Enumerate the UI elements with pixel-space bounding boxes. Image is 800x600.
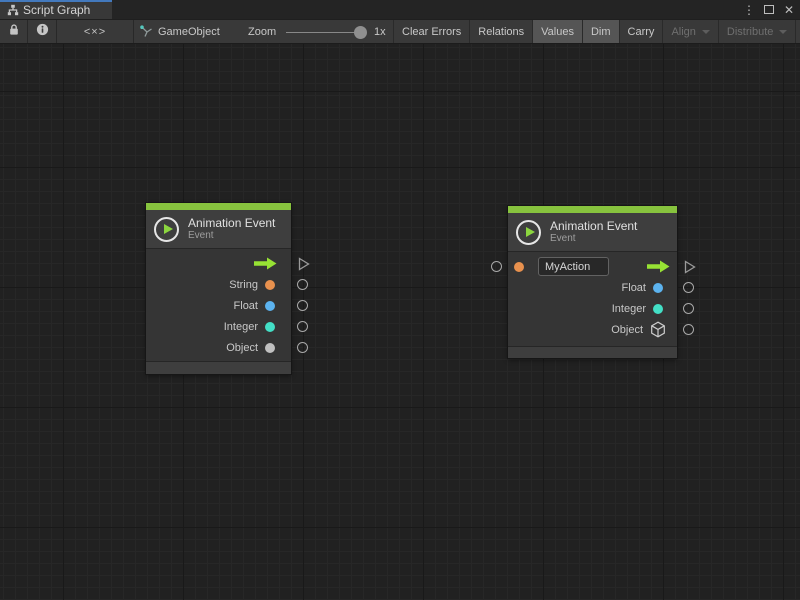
integer-port-dot [653, 304, 663, 314]
node-subtitle: Event [550, 233, 637, 245]
node-footer [146, 361, 291, 374]
maximize-icon[interactable] [762, 3, 776, 17]
zoom-control: Zoom [248, 20, 276, 43]
tab-active-accent [0, 0, 112, 2]
overview-button[interactable]: Overview [795, 20, 800, 43]
info-icon [36, 23, 49, 41]
dim-button[interactable]: Dim [582, 20, 619, 43]
node-title: Animation Event [550, 219, 637, 233]
animation-event-node-2[interactable]: Animation Event Event [508, 206, 677, 358]
script-graph-window: Script Graph ⋮ ✕ [0, 0, 800, 600]
flow-output-row [146, 253, 291, 274]
output-row-object: Object [146, 337, 291, 358]
tab-bar: Script Graph ⋮ ✕ [0, 0, 800, 19]
animation-event-node-1[interactable]: Animation Event Event String [146, 203, 291, 374]
output-row-integer: Integer [146, 316, 291, 337]
tab-title: Script Graph [23, 3, 90, 17]
zoom-value: 1x [374, 26, 386, 38]
string-output-port[interactable] [297, 279, 308, 290]
node-body: Float Integer Object [508, 252, 677, 346]
edit-code-button[interactable]: <×> [57, 20, 133, 43]
cube-icon [650, 321, 666, 338]
graph-icon [7, 4, 19, 16]
node-subtitle: Event [188, 230, 275, 242]
node-accent-bar [146, 203, 291, 210]
more-icon[interactable]: ⋮ [742, 3, 756, 17]
float-output-port[interactable] [297, 300, 308, 311]
chevron-down-icon [779, 30, 787, 34]
code-icon: <×> [84, 26, 106, 38]
distribute-button[interactable]: Distribute [718, 20, 795, 43]
flow-arrow-icon[interactable] [254, 257, 277, 270]
output-row-string: String [146, 274, 291, 295]
output-row-float: Float [508, 277, 677, 298]
float-port-dot [653, 283, 663, 293]
object-port-dot [265, 343, 275, 353]
node-header[interactable]: Animation Event Event [508, 213, 677, 252]
close-icon[interactable]: ✕ [782, 3, 796, 17]
integer-output-port[interactable] [297, 321, 308, 332]
output-row-integer: Integer [508, 298, 677, 319]
object-output-port[interactable] [683, 324, 694, 335]
node-footer [508, 346, 677, 358]
tab-script-graph[interactable]: Script Graph [0, 0, 112, 19]
output-row-object: Object [508, 319, 677, 340]
node-accent-bar [508, 206, 677, 213]
event-name-input[interactable] [538, 257, 609, 276]
flow-arrow-icon[interactable] [647, 260, 670, 273]
float-output-port[interactable] [683, 282, 694, 293]
flow-output-port[interactable] [298, 257, 310, 276]
carry-button[interactable]: Carry [619, 20, 663, 43]
graph-toolbar: <×> GameObject Zoom 1x Clear Errors Rela [0, 19, 800, 44]
node-title: Animation Event [188, 216, 275, 230]
toolbar-buttons: Clear Errors Relations Values Dim Carry … [393, 20, 800, 43]
name-input-port[interactable] [491, 261, 502, 272]
output-row-float: Float [146, 295, 291, 316]
name-input-and-flow-row [508, 256, 677, 277]
graph-owner[interactable]: GameObject [140, 20, 220, 43]
lock-button[interactable] [0, 20, 27, 43]
event-play-icon [154, 217, 179, 242]
lock-icon [8, 23, 20, 41]
inspect-button[interactable] [28, 20, 56, 43]
string-port-dot [265, 280, 275, 290]
zoom-value-wrap: 1x [374, 20, 386, 43]
gameobject-label: GameObject [158, 26, 220, 38]
node-body: String Float Integer Object [146, 249, 291, 361]
align-button[interactable]: Align [662, 20, 717, 43]
integer-output-port[interactable] [683, 303, 694, 314]
integer-port-dot [265, 322, 275, 332]
graph-canvas[interactable]: Animation Event Event String [0, 44, 800, 600]
node-header[interactable]: Animation Event Event [146, 210, 291, 249]
object-output-port[interactable] [297, 342, 308, 353]
values-button[interactable]: Values [532, 20, 582, 43]
gameobject-icon [140, 25, 153, 38]
clear-errors-button[interactable]: Clear Errors [393, 20, 469, 43]
string-input-dot [514, 262, 524, 272]
window-controls: ⋮ ✕ [742, 0, 796, 19]
chevron-down-icon [702, 30, 710, 34]
zoom-slider-handle[interactable] [354, 26, 367, 39]
relations-button[interactable]: Relations [469, 20, 532, 43]
flow-output-port[interactable] [684, 260, 696, 279]
zoom-label: Zoom [248, 26, 276, 38]
float-port-dot [265, 301, 275, 311]
event-play-icon [516, 220, 541, 245]
